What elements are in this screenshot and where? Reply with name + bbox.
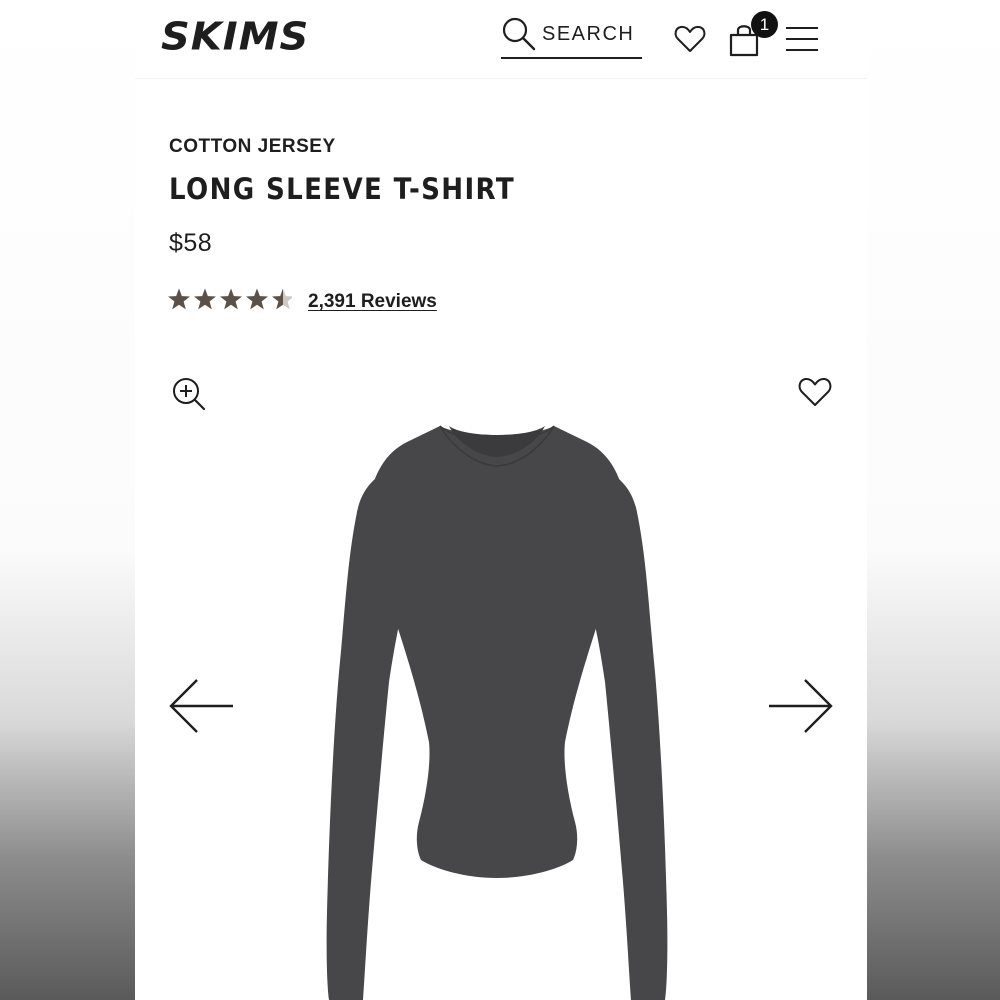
cart-count-badge: 1 xyxy=(751,11,778,38)
star-fill xyxy=(246,288,268,310)
product-price: $58 xyxy=(169,229,213,257)
star-fill xyxy=(220,288,242,310)
site-header: SKIMS SEARCH 1 xyxy=(135,0,867,79)
search-button[interactable]: SEARCH xyxy=(501,16,642,59)
star-fill xyxy=(194,288,216,310)
reviews-link[interactable]: 2,391 Reviews xyxy=(308,291,437,313)
product-collection: COTTON JERSEY xyxy=(169,136,336,157)
brand-logo[interactable]: SKIMS xyxy=(161,11,309,62)
arrow-right-icon[interactable] xyxy=(765,676,835,736)
heart-icon[interactable] xyxy=(797,374,833,410)
mobile-page: SKIMS SEARCH 1 COTTON JERSEY LONG SLEEVE… xyxy=(135,0,867,1000)
heart-icon[interactable] xyxy=(673,22,707,56)
backdrop-right xyxy=(865,0,1000,1000)
zoom-in-icon[interactable] xyxy=(171,376,207,412)
product-title: LONG SLEEVE T-SHIRT xyxy=(169,172,515,206)
search-icon xyxy=(501,16,537,52)
star-fill xyxy=(168,288,190,310)
rating-stars xyxy=(168,288,292,310)
hamburger-menu-icon[interactable] xyxy=(785,24,819,54)
search-label: SEARCH xyxy=(542,23,635,45)
product-image[interactable] xyxy=(277,412,717,1000)
backdrop-left xyxy=(0,0,135,1000)
shirt-body xyxy=(367,426,627,878)
arrow-left-icon[interactable] xyxy=(167,676,237,736)
